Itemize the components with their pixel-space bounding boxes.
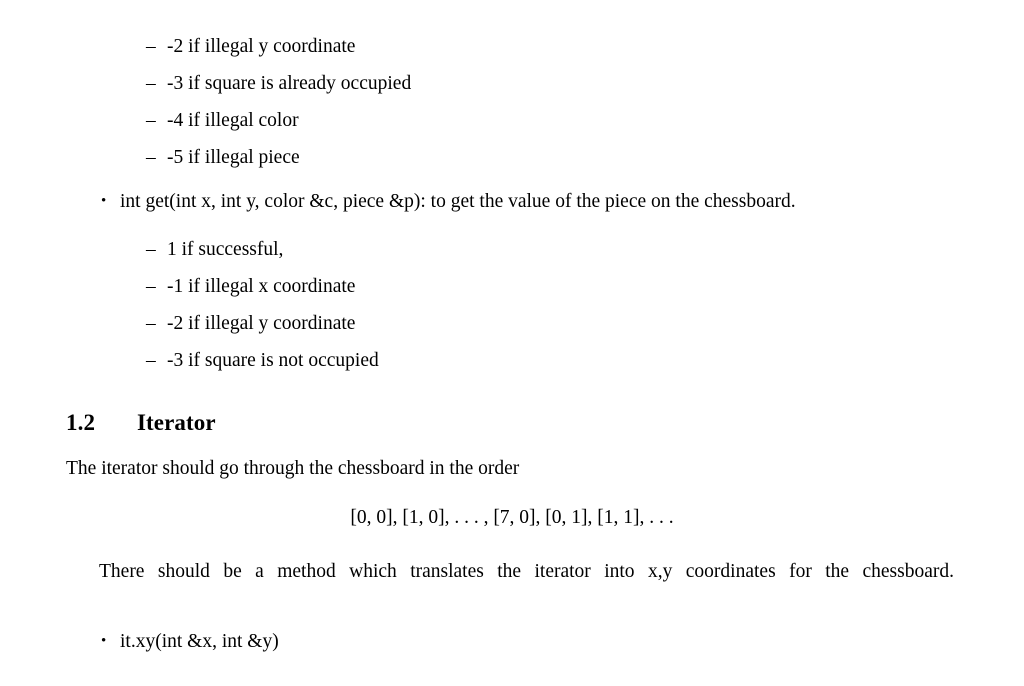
list-item-label: -3 if square is not occupied — [167, 350, 379, 371]
list-item: – -4 if illegal color — [146, 111, 299, 131]
intro-paragraph: The iterator should go through the chess… — [66, 458, 520, 479]
list-item-label: 1 if successful, — [167, 239, 284, 260]
bullet-item-get: • int get(int x, int y, color &c, piece &… — [101, 192, 796, 212]
dash-marker-icon: – — [146, 147, 156, 168]
list-item-label: -1 if illegal x coordinate — [167, 276, 356, 297]
dash-marker-icon: – — [146, 73, 156, 94]
bullet-item-label: it.xy(int &x, int &y) — [120, 631, 279, 652]
list-item: – -3 if square is not occupied — [146, 351, 379, 371]
section-title: Iterator — [137, 410, 216, 435]
list-item: –1 if successful, — [146, 240, 283, 260]
dash-marker-icon: – — [146, 36, 156, 57]
section-number: 1.2 — [66, 410, 96, 435]
list-item: – -3 if square is already occupied — [146, 74, 411, 94]
dash-marker-icon: – — [146, 239, 156, 260]
list-item: – -1 if illegal x coordinate — [146, 277, 355, 297]
section-heading: 1.2 Iterator — [66, 410, 216, 436]
list-item-label: -3 if square is already occupied — [167, 73, 412, 94]
list-item-label: -2 if illegal y coordinate — [167, 313, 356, 334]
document-page: – -2 if illegal y coordinate – -3 if squar… — [0, 0, 1024, 686]
list-item: – -5 if illegal piece — [146, 148, 300, 168]
bullet-item-label: int get(int x, int y, color &c, piece &p… — [120, 191, 796, 212]
list-item: – -2 if illegal y coordinate — [146, 37, 355, 57]
list-item-label: -4 if illegal color — [167, 110, 299, 131]
dash-marker-icon: – — [146, 110, 156, 131]
body-paragraph: There should be a method which translate… — [99, 561, 954, 582]
dash-marker-icon: – — [146, 350, 156, 371]
dash-marker-icon: – — [146, 313, 156, 334]
bullet-dot-icon: • — [101, 633, 107, 649]
list-item-label: -2 if illegal y coordinate — [167, 36, 356, 57]
dash-marker-icon: – — [146, 276, 156, 297]
list-item: – -2 if illegal y coordinate — [146, 314, 355, 334]
equation-text: [0, 0], [1, 0], . . . , [7, 0], [0, 1], … — [350, 507, 674, 528]
bullet-item-xy: • it.xy(int &x, int &y) — [101, 632, 279, 652]
list-item-label: -5 if illegal piece — [167, 147, 300, 168]
display-equation: [0, 0], [1, 0], . . . , [7, 0], [0, 1], … — [0, 507, 1024, 529]
bullet-dot-icon: • — [101, 193, 107, 209]
